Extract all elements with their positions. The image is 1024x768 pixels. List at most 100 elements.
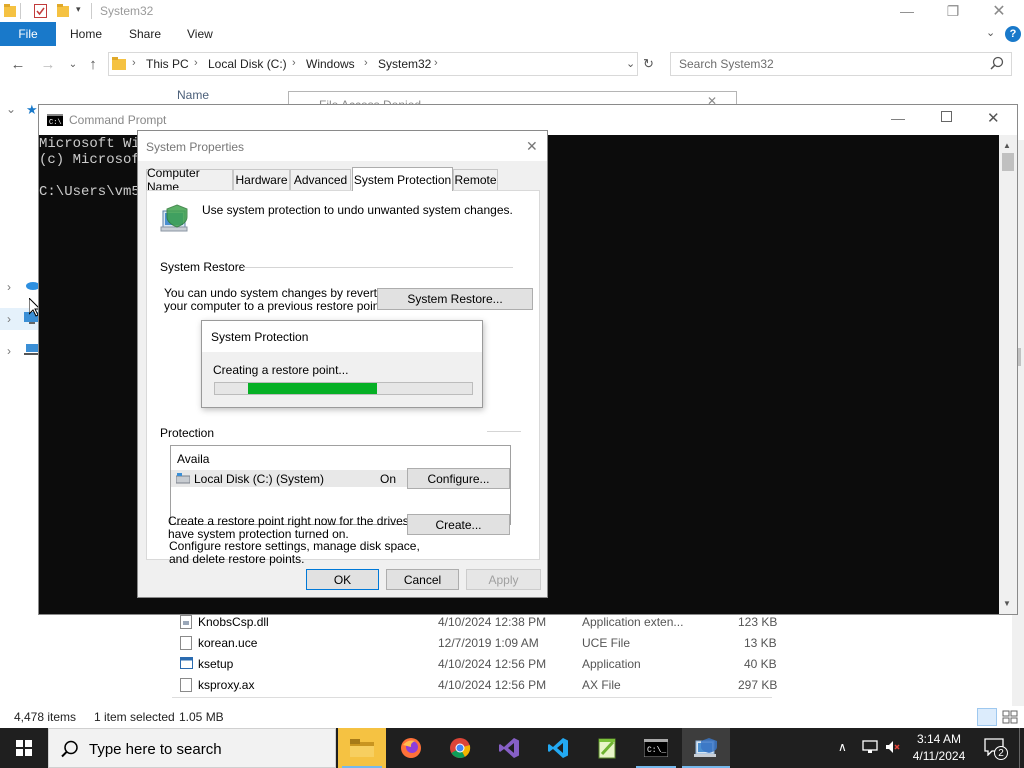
drive-protection-status: On — [380, 472, 397, 486]
name-column-header[interactable]: Name — [177, 88, 209, 102]
configure-button[interactable]: Configure... — [407, 468, 510, 489]
tab-hardware[interactable]: Hardware — [233, 169, 290, 190]
ribbon-share-tab[interactable]: Share — [129, 22, 161, 46]
breadcrumb-local-disk[interactable]: Local Disk (C:) — [208, 57, 287, 71]
onedrive-expand-icon[interactable]: › — [7, 280, 11, 294]
search-icon — [61, 740, 79, 758]
show-hidden-icons-icon[interactable]: ∧ — [838, 740, 847, 754]
system-restore-button[interactable]: System Restore... — [377, 288, 533, 310]
cmd-close-button[interactable]: ✕ — [987, 109, 1000, 127]
quick-access-expand-icon[interactable]: ⌄ — [6, 102, 16, 116]
search-placeholder: Search System32 — [679, 57, 774, 71]
address-dropdown-icon[interactable]: ⌄ — [626, 57, 635, 70]
firefox-icon[interactable] — [387, 728, 435, 768]
start-button[interactable] — [0, 728, 48, 768]
notepad-plus-plus-icon[interactable] — [583, 728, 631, 768]
show-desktop-button[interactable] — [1019, 728, 1020, 768]
breadcrumb-separator-icon: › — [292, 57, 296, 69]
system-protection-progress-dialog: System Protection Creating a restore poi… — [201, 320, 483, 408]
ribbon-home-tab[interactable]: Home — [70, 22, 102, 46]
breadcrumb-windows[interactable]: Windows — [306, 57, 355, 71]
command-prompt-taskbar-icon[interactable]: C:\_ — [632, 728, 680, 768]
taskbar: Type here to search C:\_ ∧ 3:14 AM 4/11/… — [0, 728, 1024, 768]
breadcrumb-separator-icon: › — [194, 57, 198, 69]
vscode-icon[interactable] — [534, 728, 582, 768]
file-icon — [180, 636, 192, 650]
ribbon-file-tab[interactable]: File — [0, 22, 56, 46]
explorer-titlebar[interactable]: ▾ System32 — ❐ ✕ — [0, 0, 1024, 22]
network-status-icon[interactable] — [862, 740, 878, 754]
partially-hidden-row — [172, 697, 772, 705]
sysprops-titlebar[interactable]: System Properties ✕ — [138, 131, 547, 161]
progress-bar-fill — [248, 383, 377, 394]
visual-studio-icon[interactable] — [485, 728, 533, 768]
application-icon — [180, 657, 193, 669]
taskbar-search-box[interactable]: Type here to search — [48, 728, 336, 768]
tab-remote[interactable]: Remote — [453, 169, 498, 190]
ribbon-view-tab[interactable]: View — [187, 22, 213, 46]
file-name: korean.uce — [198, 636, 258, 650]
notification-count-badge: 2 — [994, 746, 1008, 760]
file-icon — [180, 678, 192, 692]
breadcrumb-separator-icon: › — [434, 57, 438, 69]
file-explorer-taskbar-icon[interactable] — [338, 728, 386, 768]
system-properties-taskbar-icon[interactable] — [682, 728, 730, 768]
properties-icon[interactable] — [34, 4, 47, 18]
progress-message: Creating a restore point... — [213, 363, 349, 377]
progress-bar — [214, 382, 473, 395]
close-button[interactable]: ✕ — [976, 0, 1022, 22]
clock-date[interactable]: 4/11/2024 — [908, 749, 970, 763]
sysprops-title: System Properties — [146, 140, 245, 154]
group-divider — [487, 431, 521, 432]
clock-time[interactable]: 3:14 AM — [908, 732, 970, 746]
address-folder-icon — [112, 56, 126, 71]
large-icons-view-icon[interactable] — [1002, 710, 1018, 724]
ok-button[interactable]: OK — [306, 569, 379, 590]
cmd-scrollbar[interactable]: ▲ ▼ — [999, 135, 1017, 614]
file-row[interactable]: ksetup 4/10/2024 12:56 PM Application 40… — [172, 654, 777, 675]
file-type: Application — [582, 657, 641, 671]
restore-description-line-2: your computer to a previous restore poin… — [164, 299, 387, 313]
drive-name: Local Disk (C:) (System) — [194, 472, 325, 486]
maximize-button[interactable]: ❐ — [930, 0, 976, 22]
expand-ribbon-icon[interactable]: ⌄ — [986, 26, 995, 39]
cmd-minimize-button[interactable]: — — [891, 110, 905, 126]
tab-computer-name[interactable]: Computer Name — [146, 166, 233, 194]
recent-locations-icon[interactable]: ⌄ — [63, 54, 83, 74]
network-expand-icon[interactable]: › — [7, 344, 11, 358]
breadcrumb-system32[interactable]: System32 — [378, 57, 431, 71]
progress-dialog-body — [202, 352, 482, 407]
cmd-title: Command Prompt — [69, 113, 167, 127]
file-row[interactable]: KnobsCsp.dll 4/10/2024 12:38 PM Applicat… — [172, 612, 777, 633]
up-arrow-icon[interactable]: ↑ — [83, 54, 103, 74]
star-icon: ★ — [26, 102, 38, 117]
file-size: 13 KB — [744, 636, 777, 650]
tab-system-protection[interactable]: System Protection — [352, 167, 453, 191]
back-arrow-icon[interactable]: ← — [8, 54, 28, 74]
create-button[interactable]: Create... — [407, 514, 510, 535]
cmd-maximize-button[interactable] — [941, 111, 952, 122]
file-type: Application exten... — [582, 615, 684, 629]
volume-muted-icon[interactable] — [885, 740, 901, 754]
file-size: 123 KB — [738, 615, 778, 629]
file-date: 4/10/2024 12:38 PM — [438, 615, 547, 629]
forward-arrow-icon[interactable]: → — [38, 54, 58, 74]
help-icon[interactable]: ? — [1005, 26, 1021, 42]
tab-advanced[interactable]: Advanced — [290, 169, 351, 190]
apply-button[interactable]: Apply — [466, 569, 541, 590]
status-bar: 4,478 items 1 item selected 1.05 MB — [0, 706, 1024, 728]
file-row[interactable]: ksproxy.ax 4/10/2024 12:56 PM AX File 29… — [172, 675, 777, 696]
sysprops-close-button[interactable]: ✕ — [526, 138, 538, 155]
minimize-button[interactable]: — — [884, 0, 930, 22]
file-type: AX File — [582, 678, 621, 692]
file-name: ksproxy.ax — [198, 678, 255, 692]
refresh-icon[interactable]: ↻ — [643, 56, 654, 72]
cancel-button[interactable]: Cancel — [386, 569, 459, 590]
this-pc-expand-icon[interactable]: › — [7, 312, 11, 326]
new-folder-icon[interactable] — [57, 4, 69, 18]
breadcrumb-this-pc[interactable]: This PC — [146, 57, 189, 71]
details-view-icon[interactable] — [977, 708, 997, 726]
customize-toolbar-icon[interactable]: ▾ — [76, 4, 81, 15]
chrome-icon[interactable] — [436, 728, 484, 768]
file-row[interactable]: korean.uce 12/7/2019 1:09 AM UCE File 13… — [172, 633, 777, 654]
